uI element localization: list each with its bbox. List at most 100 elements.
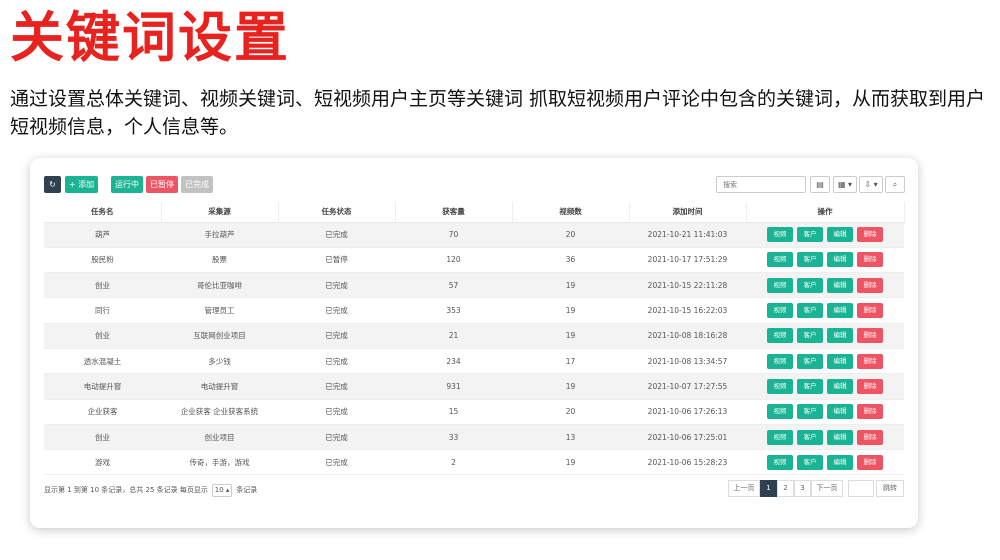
customer-button[interactable]: 客户 (797, 303, 823, 319)
edit-button[interactable]: 编辑 (827, 303, 853, 319)
page-size-select[interactable]: 10 ▴ (212, 484, 233, 497)
prev-page-button[interactable]: 上一页 (728, 480, 760, 497)
customer-button[interactable]: 客户 (797, 227, 823, 243)
customer-button[interactable]: 客户 (797, 328, 823, 344)
cell-videos: 17 (512, 348, 629, 375)
customer-button[interactable]: 客户 (797, 429, 823, 445)
refresh-icon: ↻ (49, 180, 56, 189)
customer-button[interactable]: 客户 (797, 404, 823, 420)
col-header-task-name[interactable]: 任务名 (44, 202, 162, 223)
edit-button[interactable]: 编辑 (827, 429, 853, 445)
video-button[interactable]: 视频 (767, 252, 793, 268)
cell-videos: 13 (512, 424, 629, 451)
columns-icon[interactable]: ▦ ▾ (833, 176, 857, 193)
delete-button[interactable]: 删除 (857, 252, 883, 268)
cell-videos: 19 (512, 323, 629, 349)
card-view-icon[interactable]: ▤ (810, 176, 830, 193)
page-2-button[interactable]: 2 (777, 480, 794, 497)
video-button[interactable]: 视频 (767, 454, 793, 470)
search-input[interactable] (716, 176, 806, 193)
cell-actions: 视频 客户 编辑 删除 (746, 272, 904, 299)
delete-button[interactable]: 删除 (857, 378, 883, 394)
cell-source: 多少钱 (161, 348, 278, 375)
cell-videos: 19 (512, 449, 629, 476)
add-button[interactable]: + 添加 (65, 176, 98, 193)
filter-done-button[interactable]: 已完成 (181, 176, 213, 193)
edit-button[interactable]: 编辑 (827, 404, 853, 420)
delete-button[interactable]: 删除 (857, 303, 883, 319)
delete-button[interactable]: 删除 (857, 454, 883, 470)
pagination-summary: 显示第 1 到第 10 条记录，总共 25 条记录 每页显示 10 ▴ 条记录 (44, 484, 257, 497)
cell-task-name: 透水混凝土 (44, 348, 161, 375)
customer-button[interactable]: 客户 (797, 378, 823, 394)
customer-button[interactable]: 客户 (797, 252, 823, 268)
col-header-status[interactable]: 任务状态 (278, 202, 396, 223)
delete-button[interactable]: 删除 (857, 353, 883, 369)
col-header-leads[interactable]: 获客量 (395, 202, 513, 223)
col-header-source[interactable]: 采集源 (161, 202, 279, 223)
next-page-button[interactable]: 下一页 (811, 480, 843, 497)
edit-button[interactable]: 编辑 (827, 277, 853, 293)
edit-button[interactable]: 编辑 (827, 328, 853, 344)
jump-button[interactable]: 跳转 (876, 480, 904, 497)
video-button[interactable]: 视频 (767, 303, 793, 319)
cell-videos: 20 (512, 222, 629, 248)
table-row: 创业 互联网创业项目 已完成 21 19 2021-10-08 18:16:28 视频 客户编… (44, 323, 904, 349)
page-3-button[interactable]: 3 (794, 480, 811, 497)
search-icon[interactable]: ⌕ (885, 176, 905, 193)
edit-button[interactable]: 编辑 (827, 252, 853, 268)
cell-leads: 120 (395, 247, 512, 274)
cell-leads: 931 (395, 373, 512, 400)
cell-leads: 70 (395, 222, 512, 248)
jump-page-input[interactable] (848, 480, 874, 497)
video-button[interactable]: 视频 (767, 227, 793, 243)
cell-videos: 19 (512, 272, 629, 299)
cell-status: 已完成 (278, 348, 395, 375)
cell-status: 已完成 (278, 323, 395, 349)
customer-button[interactable]: 客户 (797, 454, 823, 470)
cell-status: 已完成 (278, 399, 395, 425)
video-button[interactable]: 视频 (767, 404, 793, 420)
refresh-button[interactable]: ↻ (44, 176, 61, 193)
col-header-time[interactable]: 添加时间 (629, 202, 747, 223)
cell-status: 已完成 (278, 222, 395, 248)
filter-running-button[interactable]: 运行中 (111, 176, 143, 193)
video-button[interactable]: 视频 (767, 277, 793, 293)
cell-time: 2021-10-06 15:28:23 (629, 449, 746, 476)
edit-button[interactable]: 编辑 (827, 378, 853, 394)
cell-videos: 19 (512, 297, 629, 324)
customer-button[interactable]: 客户 (797, 353, 823, 369)
cell-time: 2021-10-06 17:25:01 (629, 424, 746, 451)
page-description: 通过设置总体关键词、视频关键词、短视频用户主页等关键词 抓取短视频用户评论中包含… (10, 88, 986, 138)
cell-time: 2021-10-07 17:27:55 (629, 373, 746, 400)
cell-task-name: 同行 (44, 297, 161, 324)
video-button[interactable]: 视频 (767, 429, 793, 445)
page-1-button[interactable]: 1 (760, 480, 777, 497)
delete-button[interactable]: 删除 (857, 328, 883, 344)
cell-actions: 视频 客户 编辑 删除 (746, 424, 904, 451)
edit-button[interactable]: 编辑 (827, 353, 853, 369)
cell-source: 企业获客 企业获客系统 (161, 399, 278, 425)
delete-button[interactable]: 删除 (857, 429, 883, 445)
video-button[interactable]: 视频 (767, 378, 793, 394)
table-row: 葫芦 手拉葫芦 已完成 70 20 2021-10-21 11:41:03 视频 客户 编辑 删除 (44, 222, 904, 248)
video-button[interactable]: 视频 (767, 328, 793, 344)
table-header-row: 任务名 采集源 任务状态 获客量 视频数 添加时间 操作 (44, 202, 905, 223)
edit-button[interactable]: 编辑 (827, 454, 853, 470)
customer-button[interactable]: 客户 (797, 277, 823, 293)
cell-actions: 视频 客户 编辑 删除 (746, 348, 904, 375)
cell-actions: 视频 客户 编辑 删除 (746, 222, 904, 248)
delete-button[interactable]: 删除 (857, 277, 883, 293)
video-button[interactable]: 视频 (767, 353, 793, 369)
cell-time: 2021-10-15 22:11:28 (629, 272, 746, 299)
delete-button[interactable]: 删除 (857, 227, 883, 243)
delete-button[interactable]: 删除 (857, 404, 883, 420)
summary-suffix: 条记录 (236, 486, 258, 494)
edit-button[interactable]: 编辑 (827, 227, 853, 243)
filter-paused-button[interactable]: 已暂停 (146, 176, 178, 193)
col-header-videos[interactable]: 视频数 (512, 202, 630, 223)
cell-task-name: 电动提升窗 (44, 373, 161, 400)
cell-task-name: 创业 (44, 272, 161, 299)
cell-leads: 15 (395, 399, 512, 425)
export-icon[interactable]: ⇩ ▾ (859, 176, 883, 193)
